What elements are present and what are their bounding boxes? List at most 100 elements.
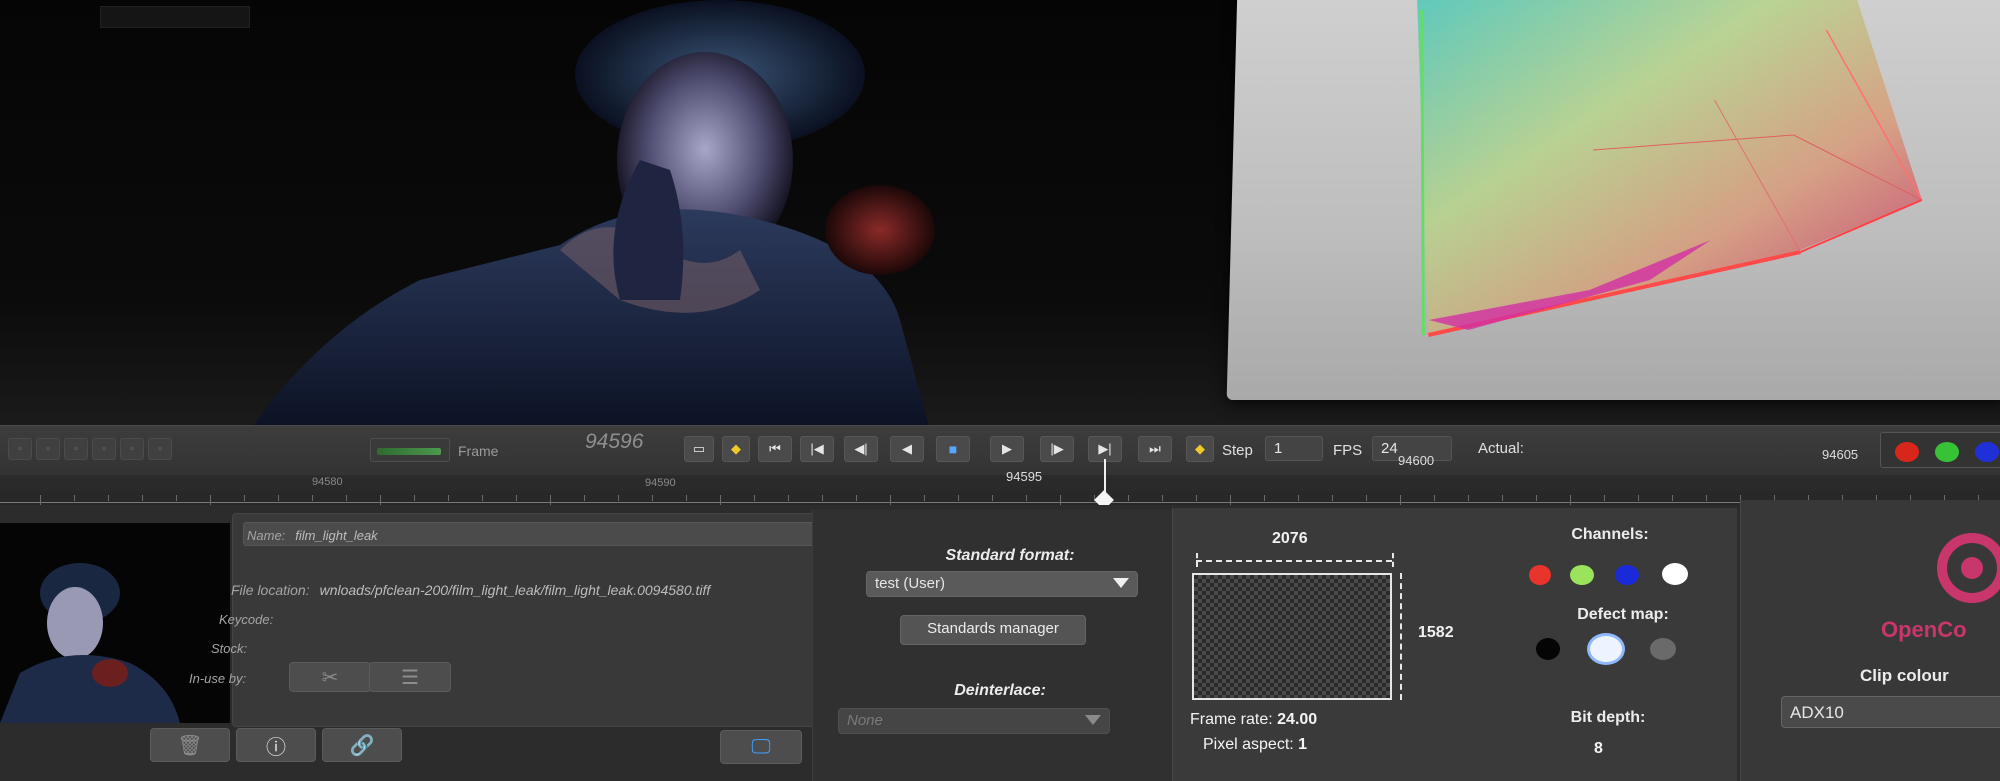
trash-icon[interactable]: 🗑 bbox=[150, 728, 230, 762]
frame-cache-indicator bbox=[370, 438, 450, 462]
defect-black-dot[interactable] bbox=[1536, 638, 1560, 660]
opencolorio-logo-icon bbox=[1937, 533, 2000, 603]
transport-bar: ▫ ▫ ▫ ▫ ▫ ▫ Frame ▭ ◆ ⏮ |◀ ◀| ◀ ■ ▶ |▶ ▶… bbox=[0, 425, 2000, 475]
timeline-tick bbox=[1196, 495, 1197, 501]
timeline-tick bbox=[1434, 495, 1435, 501]
view-mode-button-4[interactable]: ▫ bbox=[92, 438, 116, 460]
chevron-down-icon bbox=[1113, 578, 1129, 588]
green-channel-toggle[interactable] bbox=[1935, 442, 1959, 462]
step-forward-icon[interactable]: |▶ bbox=[1040, 436, 1074, 462]
channel-red-dot[interactable] bbox=[1529, 565, 1551, 585]
timeline-tick bbox=[1332, 495, 1333, 501]
timeline-tick bbox=[958, 495, 959, 501]
frame-rate-row: Frame rate: 24.00 bbox=[1190, 711, 1317, 729]
next-key-button[interactable]: ◆ bbox=[1186, 436, 1214, 462]
timeline-tick bbox=[176, 495, 177, 501]
red-channel-toggle[interactable] bbox=[1895, 442, 1919, 462]
view-mode-button-1[interactable]: ▫ bbox=[8, 438, 32, 460]
stop-icon[interactable]: ■ bbox=[936, 436, 970, 462]
height-dimension-line bbox=[1400, 573, 1402, 700]
defect-white-dot[interactable] bbox=[1590, 636, 1622, 662]
timeline-tick bbox=[516, 495, 517, 501]
timeline-tick bbox=[584, 495, 585, 501]
deinterlace-select[interactable]: None bbox=[838, 708, 1110, 734]
clip-colour-select[interactable]: ADX10 bbox=[1781, 696, 2000, 728]
timeline-tick bbox=[1366, 495, 1367, 501]
play-icon[interactable]: ▶ bbox=[990, 436, 1024, 462]
timeline-label: 94605 bbox=[1822, 447, 1859, 462]
timeline-tick bbox=[1468, 495, 1469, 501]
timeline-tick bbox=[1026, 495, 1027, 501]
timeline-tick bbox=[924, 495, 925, 501]
timeline-tick bbox=[1536, 495, 1537, 501]
view-mode-button-3[interactable]: ▫ bbox=[64, 438, 88, 460]
prev-keyframe-icon[interactable]: |◀ bbox=[800, 436, 834, 462]
clip-name-row: Name: film_light_leak bbox=[247, 528, 378, 543]
timeline-tick bbox=[720, 495, 721, 505]
channels-title: Channels: bbox=[1571, 526, 1649, 543]
stock-label: Stock: bbox=[211, 641, 248, 656]
channel-alpha-dot[interactable] bbox=[1662, 563, 1688, 585]
timeline-tick bbox=[1162, 495, 1163, 501]
timeline-tick bbox=[278, 495, 279, 501]
timeline-tick bbox=[1298, 495, 1299, 501]
standards-manager-button[interactable]: Standards manager bbox=[900, 615, 1086, 645]
blue-channel-toggle[interactable] bbox=[1975, 442, 1999, 462]
opencolorio-logo-text: OpenCo bbox=[1881, 617, 1967, 642]
timeline-tick bbox=[992, 495, 993, 501]
color-cube-panel bbox=[1226, 0, 2000, 400]
timeline-tick bbox=[74, 495, 75, 501]
view-mode-button-5[interactable]: ▫ bbox=[120, 438, 144, 460]
clip-name-label: Name: bbox=[247, 528, 286, 543]
step-field[interactable]: 1 bbox=[1265, 436, 1323, 461]
standard-format-select[interactable]: test (User) bbox=[866, 571, 1138, 597]
view-mode-button-2[interactable]: ▫ bbox=[36, 438, 60, 460]
set-key-button[interactable]: ◆ bbox=[722, 436, 750, 462]
monitor-icon[interactable]: 🖵 bbox=[720, 730, 802, 764]
width-dimension-cap-left bbox=[1196, 553, 1198, 567]
viewer-monitor-button[interactable]: ▭ bbox=[684, 436, 714, 462]
timeline-tick bbox=[380, 495, 381, 505]
list-icon[interactable]: ☰ bbox=[369, 662, 451, 692]
view-mode-button-6[interactable]: ▫ bbox=[148, 438, 172, 460]
clip-thumbnail bbox=[0, 523, 230, 723]
clip-thumbnail-image bbox=[0, 563, 180, 723]
rgb-cube-visualization bbox=[1417, 0, 1923, 337]
timeline-label: 94590 bbox=[645, 477, 676, 489]
step-back-icon[interactable]: ◀| bbox=[844, 436, 878, 462]
timeline-tick bbox=[312, 495, 313, 501]
info-icon[interactable]: ⓘ bbox=[236, 728, 316, 762]
frame-rate-label: Frame rate: bbox=[1190, 711, 1273, 728]
scissors-icon[interactable]: ✂ bbox=[289, 662, 371, 692]
defect-grey-dot[interactable] bbox=[1650, 638, 1676, 660]
deinterlace-label: Deinterlace: bbox=[954, 682, 1046, 699]
timeline-tick bbox=[618, 495, 619, 501]
timeline-tick bbox=[1604, 495, 1605, 501]
keycode-label: Keycode: bbox=[219, 612, 274, 627]
pixel-aspect-row: Pixel aspect: 1 bbox=[1203, 736, 1307, 754]
timeline-tick bbox=[108, 495, 109, 501]
frame-preview-checker bbox=[1192, 573, 1392, 700]
frame-rate-value: 24.00 bbox=[1277, 711, 1318, 728]
step-label: Step bbox=[1222, 442, 1253, 459]
channel-blue-dot[interactable] bbox=[1615, 565, 1639, 585]
go-to-start-icon[interactable]: ⏮ bbox=[758, 436, 792, 462]
go-to-end-icon[interactable]: ⏭ bbox=[1138, 436, 1172, 462]
play-reverse-icon[interactable]: ◀ bbox=[890, 436, 924, 462]
timeline-tick bbox=[210, 495, 211, 505]
timeline-tick bbox=[414, 495, 415, 501]
standard-format-label: Standard format: bbox=[945, 547, 1075, 564]
defect-map-title: Defect map: bbox=[1577, 606, 1669, 623]
timeline-tick bbox=[686, 495, 687, 501]
viewer-image bbox=[250, 0, 935, 430]
timeline-tick bbox=[448, 495, 449, 501]
timeline-tick bbox=[1400, 495, 1401, 505]
channel-green-dot[interactable] bbox=[1570, 565, 1594, 585]
link-icon[interactable]: 🔗 bbox=[322, 728, 402, 762]
timeline-tick bbox=[142, 495, 143, 501]
timeline-tick bbox=[1638, 495, 1639, 501]
timeline-tick bbox=[890, 495, 891, 505]
actual-label: Actual: bbox=[1478, 440, 1524, 457]
image-height: 1582 bbox=[1418, 624, 1454, 641]
timeline-tick bbox=[1570, 495, 1571, 505]
